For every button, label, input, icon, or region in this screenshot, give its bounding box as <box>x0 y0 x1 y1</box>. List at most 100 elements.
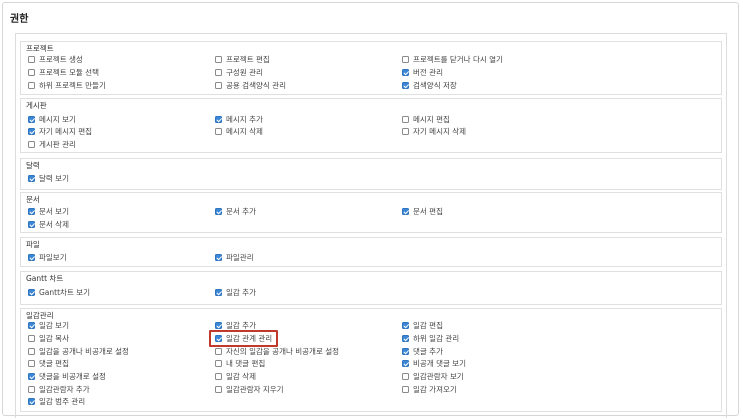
permission-item[interactable]: 게시판 관리 <box>28 139 76 149</box>
checkbox-checked[interactable] <box>28 372 35 380</box>
permission-item[interactable]: 댓글 편집 <box>28 358 69 368</box>
permission-item[interactable]: 일감 삭제 <box>215 371 256 381</box>
permission-item[interactable]: 댓글 추가 <box>402 346 443 356</box>
permission-label: 프로젝트를 닫거나 다시 열기 <box>413 54 503 64</box>
checkbox-checked[interactable] <box>215 334 222 342</box>
checkbox-unchecked[interactable] <box>215 127 222 135</box>
checkbox-unchecked[interactable] <box>28 359 35 367</box>
checkbox-unchecked[interactable] <box>28 55 35 63</box>
permission-item[interactable]: 자기 메시지 삭제 <box>402 126 466 136</box>
checkbox-unchecked[interactable] <box>215 55 222 63</box>
checkbox-checked[interactable] <box>402 81 409 89</box>
permission-label: 검색양식 저장 <box>413 80 457 90</box>
permission-item[interactable]: 하위 프로젝트 만들기 <box>28 80 106 90</box>
permission-item[interactable]: 메시지 삭제 <box>215 126 263 136</box>
permission-group: 일감관리 <box>20 308 722 412</box>
permission-item[interactable]: Gantt차트 보기 <box>28 287 90 297</box>
permission-item[interactable]: 일감관람자 지우기 <box>215 384 284 394</box>
checkbox-checked[interactable] <box>28 207 35 215</box>
permission-item[interactable]: 일감 복사 <box>28 333 69 343</box>
checkbox-checked[interactable] <box>28 220 35 228</box>
permission-label: Gantt차트 보기 <box>39 287 91 297</box>
checkbox-checked[interactable] <box>28 174 35 182</box>
checkbox-unchecked[interactable] <box>28 68 35 76</box>
checkbox-checked[interactable] <box>215 115 222 123</box>
permission-item[interactable]: 문서 편집 <box>402 206 443 216</box>
permission-label: 비공개 댓글 보기 <box>413 358 467 368</box>
permission-item[interactable]: 일감 관계 관리 <box>215 333 272 343</box>
group-title: 파일 <box>26 240 40 249</box>
checkbox-unchecked[interactable] <box>402 127 409 135</box>
permission-item[interactable]: 프로젝트 생성 <box>28 54 83 64</box>
permission-label: 일감 추가 <box>226 320 256 330</box>
permission-item[interactable]: 일감 추가 <box>215 320 256 330</box>
checkbox-unchecked[interactable] <box>215 68 222 76</box>
checkbox-checked[interactable] <box>28 397 35 405</box>
permission-label: 구성원 관리 <box>226 67 263 77</box>
permission-item[interactable]: 일감관람자 보기 <box>402 371 464 381</box>
permission-item[interactable]: 구성원 관리 <box>215 67 263 77</box>
permission-item[interactable]: 일감 편집 <box>402 320 443 330</box>
checkbox-checked[interactable] <box>402 321 409 329</box>
permission-item[interactable]: 일감을 공개나 비공개로 설정 <box>28 346 129 356</box>
checkbox-unchecked[interactable] <box>215 359 222 367</box>
checkbox-unchecked[interactable] <box>215 81 222 89</box>
checkbox-unchecked[interactable] <box>28 334 35 342</box>
permission-item[interactable]: 댓글을 비공개로 설정 <box>28 371 106 381</box>
checkbox-checked[interactable] <box>402 347 409 355</box>
permission-item[interactable]: 달력 보기 <box>28 173 69 183</box>
checkbox-unchecked[interactable] <box>28 385 35 393</box>
permission-item[interactable]: 일감 보기 <box>28 320 69 330</box>
permission-item[interactable]: 파일보기 <box>28 252 67 262</box>
permission-item[interactable]: 자신의 일감을 공개나 비공개로 설정 <box>215 346 339 356</box>
permission-item[interactable]: 공용 검색양식 관리 <box>215 80 286 90</box>
permission-item[interactable]: 문서 보기 <box>28 206 69 216</box>
checkbox-unchecked[interactable] <box>402 55 409 63</box>
permission-label: 프로젝트 편집 <box>226 54 270 64</box>
permission-item[interactable]: 일감 추가 <box>215 287 256 297</box>
permission-item[interactable]: 프로젝트를 닫거나 다시 열기 <box>402 54 503 64</box>
checkbox-checked[interactable] <box>215 253 222 261</box>
checkbox-checked[interactable] <box>28 253 35 261</box>
checkbox-unchecked[interactable] <box>215 385 222 393</box>
checkbox-unchecked[interactable] <box>402 115 409 123</box>
permission-item[interactable]: 자기 메시지 편집 <box>28 126 92 136</box>
checkbox-checked[interactable] <box>28 115 35 123</box>
checkbox-unchecked[interactable] <box>215 347 222 355</box>
permission-item[interactable]: 버전 관리 <box>402 67 443 77</box>
permission-item[interactable]: 메시지 편집 <box>402 114 450 124</box>
permission-item[interactable]: 비공개 댓글 보기 <box>402 358 466 368</box>
permission-item[interactable]: 메시지 추가 <box>215 114 263 124</box>
checkbox-unchecked[interactable] <box>28 81 35 89</box>
permission-item[interactable]: 문서 추가 <box>215 206 256 216</box>
checkbox-unchecked[interactable] <box>402 385 409 393</box>
checkbox-checked[interactable] <box>402 334 409 342</box>
checkbox-checked[interactable] <box>28 127 35 135</box>
checkbox-unchecked[interactable] <box>402 372 409 380</box>
checkbox-checked[interactable] <box>215 207 222 215</box>
checkbox-checked[interactable] <box>402 68 409 76</box>
checkbox-checked[interactable] <box>215 288 222 296</box>
checkbox-unchecked[interactable] <box>28 140 35 148</box>
checkbox-checked[interactable] <box>402 207 409 215</box>
checkbox-checked[interactable] <box>215 321 222 329</box>
permission-item[interactable]: 프로젝트 모듈 선택 <box>28 67 99 77</box>
permission-item[interactable]: 문서 삭제 <box>28 219 69 229</box>
permission-item[interactable]: 프로젝트 편집 <box>215 54 270 64</box>
permission-item[interactable]: 메시지 보기 <box>28 114 76 124</box>
checkbox-unchecked[interactable] <box>215 372 222 380</box>
checkbox-checked[interactable] <box>402 359 409 367</box>
permission-group: 게시판 <box>20 98 722 153</box>
checkbox-unchecked[interactable] <box>28 347 35 355</box>
permission-item[interactable]: 검색양식 저장 <box>402 80 457 90</box>
permission-item[interactable]: 일감관람자 추가 <box>28 384 90 394</box>
permission-item[interactable]: 파일관리 <box>215 252 254 262</box>
checkbox-checked[interactable] <box>28 288 35 296</box>
permission-item[interactable]: 일감 가져오기 <box>402 384 457 394</box>
permission-item[interactable]: 일감 범주 관리 <box>28 396 85 406</box>
permission-item[interactable]: 하위 일감 관리 <box>402 333 459 343</box>
permission-label: 파일관리 <box>226 252 254 262</box>
permission-item[interactable]: 내 댓글 편집 <box>215 358 265 368</box>
permission-label: 문서 편집 <box>413 206 443 216</box>
checkbox-checked[interactable] <box>28 321 35 329</box>
